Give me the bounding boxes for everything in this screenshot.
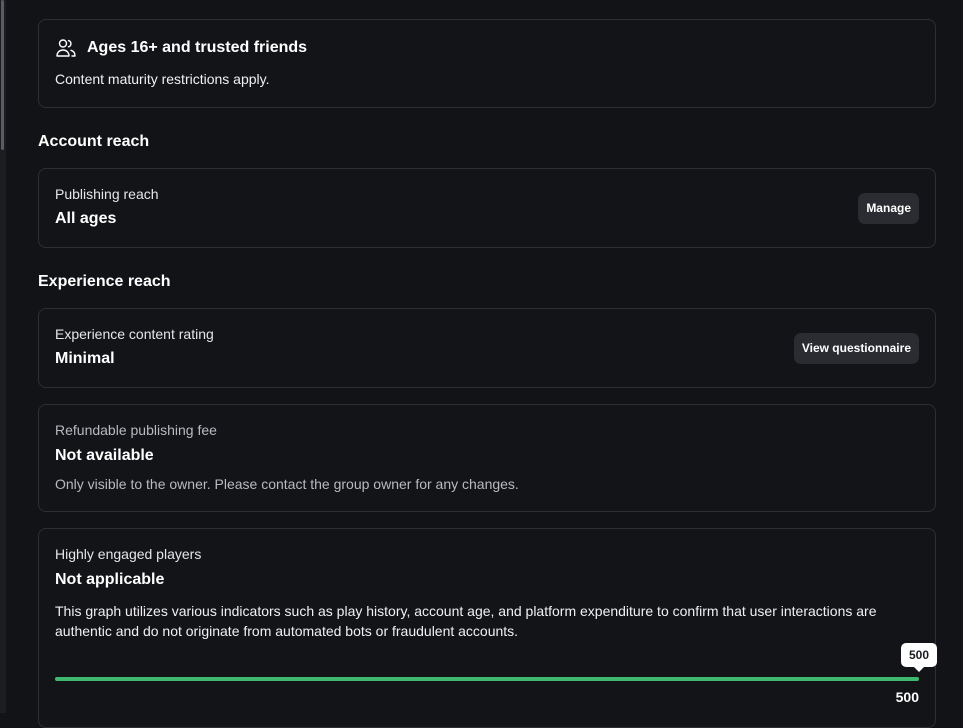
view-questionnaire-button[interactable]: View questionnaire <box>793 333 919 364</box>
publishing-reach-card: Publishing reach All ages Manage <box>38 168 936 248</box>
publishing-fee-card: Refundable publishing fee Not available … <box>38 404 936 512</box>
manage-button[interactable]: Manage <box>858 193 919 224</box>
engaged-players-slider[interactable]: 500 500 <box>55 643 937 705</box>
content-rating-value: Minimal <box>55 350 115 367</box>
age-description: Content maturity restrictions apply. <box>55 71 270 87</box>
publishing-fee-label: Refundable publishing fee <box>55 422 217 438</box>
slider-value-tooltip: 500 <box>900 643 937 672</box>
people-icon <box>55 37 77 59</box>
settings-content: Ages 16+ and trusted friends Content mat… <box>38 19 937 728</box>
section-title-account-reach: Account reach <box>38 133 150 150</box>
engaged-players-description: This graph utilizes various indicators s… <box>55 603 877 639</box>
age-restriction-card: Ages 16+ and trusted friends Content mat… <box>38 19 936 108</box>
publishing-fee-value: Not available <box>55 447 154 464</box>
slider-fill <box>55 677 919 681</box>
age-title: Ages 16+ and trusted friends <box>87 39 308 56</box>
scrollbar[interactable] <box>0 0 6 713</box>
engaged-players-card: Highly engaged players Not applicable Th… <box>38 528 937 728</box>
content-rating-label: Experience content rating <box>55 326 214 342</box>
publishing-fee-note: Only visible to the owner. Please contac… <box>55 476 519 492</box>
slider-max-label: 500 <box>895 689 919 705</box>
engaged-players-label: Highly engaged players <box>55 546 202 562</box>
section-title-experience-reach: Experience reach <box>38 273 171 290</box>
publishing-reach-label: Publishing reach <box>55 186 159 202</box>
slider-track[interactable] <box>55 677 919 681</box>
publishing-reach-value: All ages <box>55 210 117 227</box>
scrollbar-thumb[interactable] <box>1 0 4 150</box>
engaged-players-value: Not applicable <box>55 571 165 588</box>
content-rating-card: Experience content rating Minimal View q… <box>38 308 936 388</box>
